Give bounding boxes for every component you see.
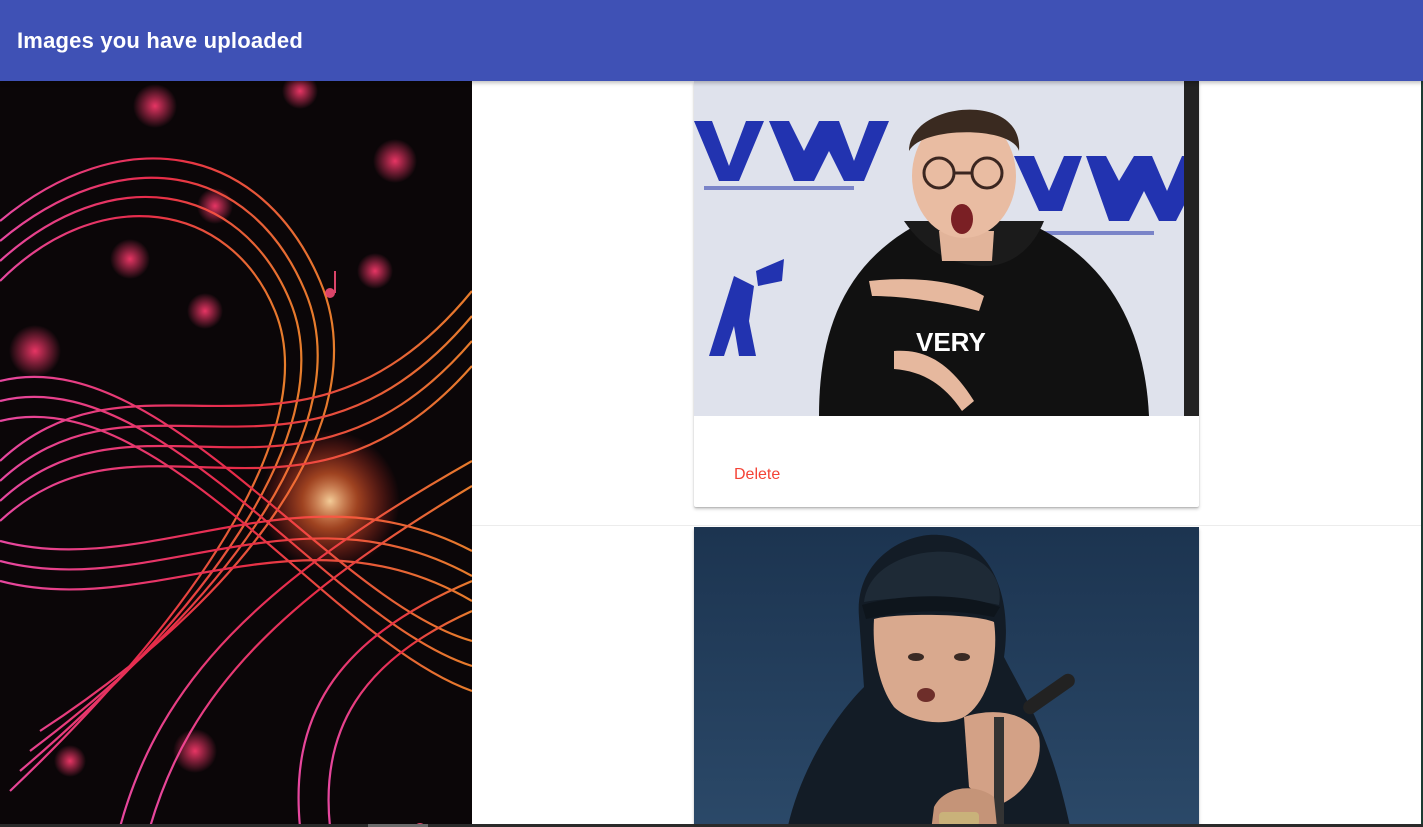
image-card: VERY Delete — [694, 81, 1199, 507]
photo-performer-microphone-icon — [694, 527, 1199, 827]
row-divider — [472, 525, 1421, 526]
card-actions: Delete — [694, 416, 1199, 507]
delete-button[interactable]: Delete — [734, 466, 780, 484]
image-card — [694, 527, 1199, 827]
uploaded-images-list: VERY Delete — [472, 81, 1421, 827]
page-title: Images you have uploaded — [17, 28, 303, 53]
photo-person-glasses-icon: VERY — [694, 81, 1199, 416]
svg-text:VERY: VERY — [916, 327, 986, 357]
app-bar: Images you have uploaded — [0, 0, 1423, 81]
decorative-music-background — [0, 81, 472, 827]
